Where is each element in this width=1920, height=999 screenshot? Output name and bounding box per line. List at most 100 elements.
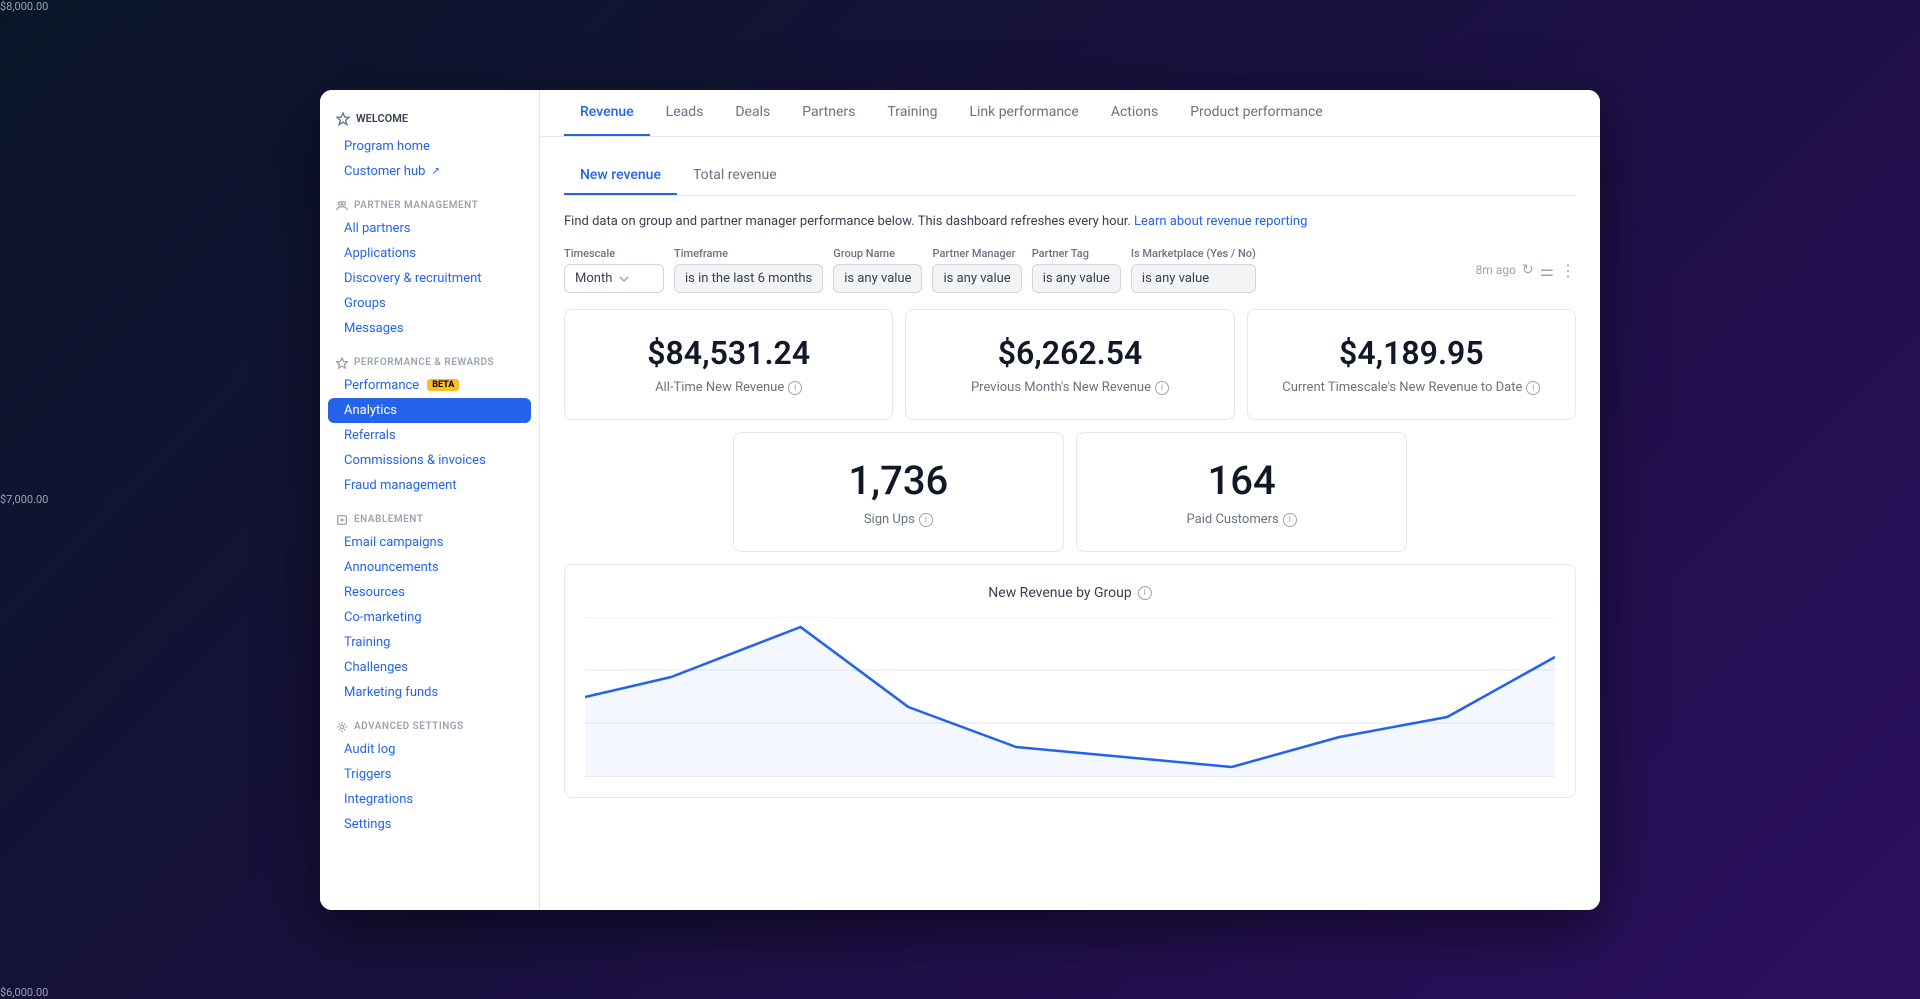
current-timescale-info-icon[interactable]: i bbox=[1526, 381, 1540, 395]
sidebar-item-settings[interactable]: Settings bbox=[320, 812, 539, 837]
stats-row-1: $84,531.24 All-Time New Revenue i $6,262… bbox=[564, 309, 1576, 420]
all-time-revenue-info-icon[interactable]: i bbox=[788, 381, 802, 395]
sidebar-section-partner-management: PARTNER MANAGEMENT All partners Applicat… bbox=[320, 192, 539, 341]
stat-sign-ups: 1,736 Sign Ups i bbox=[733, 432, 1064, 552]
sidebar-section-performance-rewards: PERFORMANCE & REWARDS Performance BETA A… bbox=[320, 349, 539, 498]
chart-info-icon[interactable]: i bbox=[1138, 586, 1152, 600]
sub-tabs: New revenue Total revenue bbox=[564, 157, 1576, 196]
prev-month-revenue-value: $6,262.54 bbox=[926, 334, 1213, 372]
tab-actions[interactable]: Actions bbox=[1095, 90, 1174, 136]
sidebar-item-announcements[interactable]: Announcements bbox=[320, 555, 539, 580]
tab-deals[interactable]: Deals bbox=[719, 90, 786, 136]
sidebar-item-resources[interactable]: Resources bbox=[320, 580, 539, 605]
advanced-settings-header: ADVANCED SETTINGS bbox=[320, 713, 539, 737]
sidebar-item-email-campaigns[interactable]: Email campaigns bbox=[320, 530, 539, 555]
filter-timeframe: Timeframe is in the last 6 months bbox=[674, 247, 823, 293]
sidebar-item-challenges[interactable]: Challenges bbox=[320, 655, 539, 680]
sub-tab-new-revenue[interactable]: New revenue bbox=[564, 157, 677, 195]
filter-is-marketplace: Is Marketplace (Yes / No) is any value bbox=[1131, 247, 1256, 293]
chart-svg-area bbox=[585, 617, 1555, 777]
learn-link[interactable]: Learn about revenue reporting bbox=[1134, 214, 1307, 229]
sidebar-item-groups[interactable]: Groups bbox=[320, 291, 539, 316]
content-area: New revenue Total revenue Find data on g… bbox=[540, 137, 1600, 910]
prev-month-revenue-label: Previous Month's New Revenue i bbox=[926, 380, 1213, 395]
sidebar-section-advanced-settings: ADVANCED SETTINGS Audit log Triggers Int… bbox=[320, 713, 539, 837]
stat-all-time-revenue: $84,531.24 All-Time New Revenue i bbox=[564, 309, 893, 420]
timescale-select[interactable]: Month bbox=[564, 264, 664, 293]
partner-management-header: PARTNER MANAGEMENT bbox=[320, 192, 539, 216]
performance-rewards-header: PERFORMANCE & REWARDS bbox=[320, 349, 539, 373]
sidebar-item-marketing-funds[interactable]: Marketing funds bbox=[320, 680, 539, 705]
filter-partner-manager: Partner Manager is any value bbox=[932, 247, 1021, 293]
sidebar-item-triggers[interactable]: Triggers bbox=[320, 762, 539, 787]
sidebar-item-training[interactable]: Training bbox=[320, 630, 539, 655]
chart-new-revenue-by-group: New Revenue by Group i $8,000.00 $7,000.… bbox=[564, 564, 1576, 798]
top-tabs: Revenue Leads Deals Partners Training Li… bbox=[540, 90, 1600, 137]
chart-line-svg bbox=[585, 617, 1555, 777]
all-time-revenue-label: All-Time New Revenue i bbox=[585, 380, 872, 395]
timescale-label: Timescale bbox=[564, 247, 664, 260]
sidebar-item-referrals[interactable]: Referrals bbox=[320, 423, 539, 448]
sidebar-item-audit-log[interactable]: Audit log bbox=[320, 737, 539, 762]
stat-current-timescale-revenue: $4,189.95 Current Timescale's New Revenu… bbox=[1247, 309, 1576, 420]
sign-ups-info-icon[interactable]: i bbox=[919, 513, 933, 527]
timeframe-label: Timeframe bbox=[674, 247, 823, 260]
last-updated-text: 8m ago bbox=[1476, 263, 1516, 277]
tab-leads[interactable]: Leads bbox=[650, 90, 720, 136]
chart-area-fill bbox=[585, 627, 1555, 777]
chart-title: New Revenue by Group i bbox=[585, 585, 1555, 601]
sub-tab-total-revenue[interactable]: Total revenue bbox=[677, 157, 793, 195]
sidebar-item-commissions-invoices[interactable]: Commissions & invoices bbox=[320, 448, 539, 473]
sign-ups-label: Sign Ups i bbox=[754, 512, 1043, 527]
sidebar: WELCOME Program home Customer hub ↗ PART… bbox=[320, 90, 540, 910]
chevron-down-icon bbox=[618, 273, 630, 285]
sidebar-item-analytics[interactable]: Analytics bbox=[328, 398, 531, 423]
sidebar-section-enablement: ENABLEMENT Email campaigns Announcements… bbox=[320, 506, 539, 705]
filter-group-name: Group Name is any value bbox=[833, 247, 922, 293]
tab-training[interactable]: Training bbox=[871, 90, 953, 136]
external-link-icon: ↗ bbox=[431, 166, 439, 177]
sidebar-item-discovery-recruitment[interactable]: Discovery & recruitment bbox=[320, 266, 539, 291]
partner-manager-value[interactable]: is any value bbox=[932, 264, 1021, 293]
sidebar-item-co-marketing[interactable]: Co-marketing bbox=[320, 605, 539, 630]
sidebar-item-all-partners[interactable]: All partners bbox=[320, 216, 539, 241]
sign-ups-value: 1,736 bbox=[754, 457, 1043, 504]
refresh-icon[interactable]: ↻ bbox=[1522, 262, 1534, 278]
filter-partner-tag: Partner Tag is any value bbox=[1032, 247, 1121, 293]
paid-customers-info-icon[interactable]: i bbox=[1283, 513, 1297, 527]
sidebar-welcome-header: WELCOME bbox=[320, 106, 539, 134]
filter-timescale: Timescale Month bbox=[564, 247, 664, 293]
is-marketplace-value[interactable]: is any value bbox=[1131, 264, 1256, 293]
prev-month-info-icon[interactable]: i bbox=[1155, 381, 1169, 395]
sidebar-item-applications[interactable]: Applications bbox=[320, 241, 539, 266]
partner-tag-value[interactable]: is any value bbox=[1032, 264, 1121, 293]
timeframe-value[interactable]: is in the last 6 months bbox=[674, 264, 823, 293]
stat-prev-month-revenue: $6,262.54 Previous Month's New Revenue i bbox=[905, 309, 1234, 420]
group-name-label: Group Name bbox=[833, 247, 922, 260]
group-name-value[interactable]: is any value bbox=[833, 264, 922, 293]
sidebar-item-performance[interactable]: Performance BETA bbox=[320, 373, 539, 398]
filter-settings-icon[interactable]: ⚌ bbox=[1540, 261, 1554, 280]
paid-customers-label: Paid Customers i bbox=[1097, 512, 1386, 527]
sidebar-item-program-home[interactable]: Program home bbox=[320, 134, 539, 159]
main-content: Revenue Leads Deals Partners Training Li… bbox=[540, 90, 1600, 910]
tab-link-performance[interactable]: Link performance bbox=[953, 90, 1094, 136]
sidebar-item-customer-hub[interactable]: Customer hub ↗ bbox=[320, 159, 539, 184]
tab-revenue[interactable]: Revenue bbox=[564, 90, 650, 136]
stat-paid-customers: 164 Paid Customers i bbox=[1076, 432, 1407, 552]
tab-product-performance[interactable]: Product performance bbox=[1174, 90, 1339, 136]
current-timescale-revenue-value: $4,189.95 bbox=[1268, 334, 1555, 372]
sidebar-section-welcome: WELCOME Program home Customer hub ↗ bbox=[320, 106, 539, 184]
info-description: Find data on group and partner manager p… bbox=[564, 212, 1576, 232]
filters-row: Timescale Month Timeframe is in the last… bbox=[564, 247, 1576, 293]
tab-partners[interactable]: Partners bbox=[786, 90, 871, 136]
sidebar-item-messages[interactable]: Messages bbox=[320, 316, 539, 341]
sidebar-item-integrations[interactable]: Integrations bbox=[320, 787, 539, 812]
enablement-header: ENABLEMENT bbox=[320, 506, 539, 530]
sidebar-item-fraud-management[interactable]: Fraud management bbox=[320, 473, 539, 498]
partner-manager-label: Partner Manager bbox=[932, 247, 1021, 260]
is-marketplace-label: Is Marketplace (Yes / No) bbox=[1131, 247, 1256, 260]
beta-badge: BETA bbox=[427, 379, 459, 391]
all-time-revenue-value: $84,531.24 bbox=[585, 334, 872, 372]
more-options-icon[interactable]: ⋮ bbox=[1560, 261, 1576, 280]
